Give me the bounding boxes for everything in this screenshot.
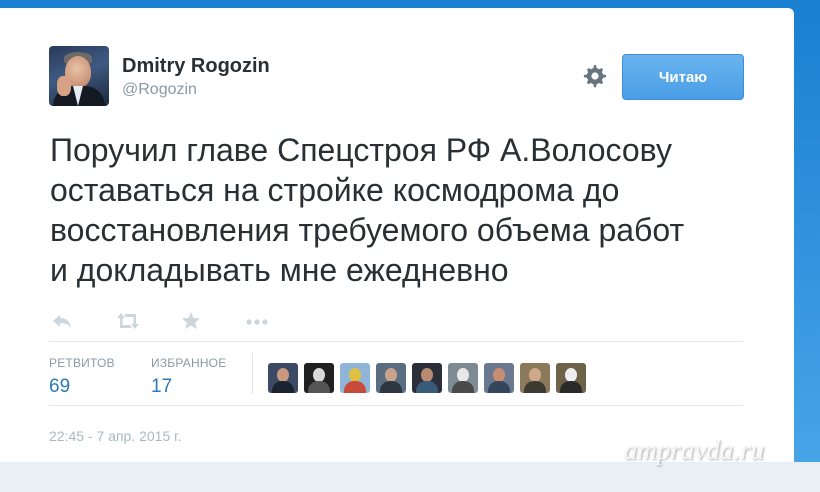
tweet-text-line: и докладывать мне ежедневно [50,252,509,288]
tweet-text-line: Поручил главе Спецстроя РФ А.Волосову [50,132,672,168]
author-handle[interactable]: @Rogozin [122,81,197,99]
tweet-header: Dmitry Rogozin @Rogozin Читаю [49,46,749,116]
tweet-text: Поручил главе Спецстроя РФ А.Волосову ос… [50,130,770,290]
favoriter-avatar[interactable] [376,363,406,393]
watermark: ampravda.ru [624,435,765,465]
divider [49,405,743,406]
favoriter-avatar[interactable] [520,363,550,393]
author-name[interactable]: Dmitry Rogozin [122,55,270,78]
author-avatar[interactable] [49,46,109,106]
tweet-timestamp[interactable]: 22:45 - 7 апр. 2015 г. [49,428,181,444]
favorite-icon[interactable] [180,310,208,334]
follow-button[interactable]: Читаю [622,54,744,100]
favorites-label: ИЗБРАННОЕ [151,356,227,370]
tweet-actions [48,310,288,338]
tweet-text-line: восстановления требуемого объема работ [50,212,685,248]
divider [49,341,743,342]
favoriter-avatar[interactable] [448,363,478,393]
favoriter-avatar[interactable] [268,363,298,393]
tweet-card: Dmitry Rogozin @Rogozin Читаю Поручил гл… [0,8,794,484]
tweet-text-line: оставаться на стройке космодрома до [50,172,620,208]
more-icon[interactable] [244,310,272,334]
gear-icon[interactable] [581,62,609,90]
favoriter-avatar[interactable] [412,363,442,393]
reply-icon[interactable] [50,310,78,334]
favoriter-avatar[interactable] [340,363,370,393]
favoriter-avatar[interactable] [484,363,514,393]
favorites-count[interactable]: 17 [151,376,226,398]
stats-separator [252,352,253,394]
favoriter-avatar[interactable] [556,363,586,393]
retweets-count[interactable]: 69 [49,376,115,398]
favorites-stat[interactable]: ИЗБРАННОЕ 17 [151,356,226,398]
favoriter-avatar[interactable] [304,363,334,393]
retweets-stat[interactable]: РЕТВИТОВ 69 [49,356,115,398]
page-footer-strip [0,462,820,492]
retweets-label: РЕТВИТОВ [49,356,115,370]
retweet-icon[interactable] [114,310,142,334]
